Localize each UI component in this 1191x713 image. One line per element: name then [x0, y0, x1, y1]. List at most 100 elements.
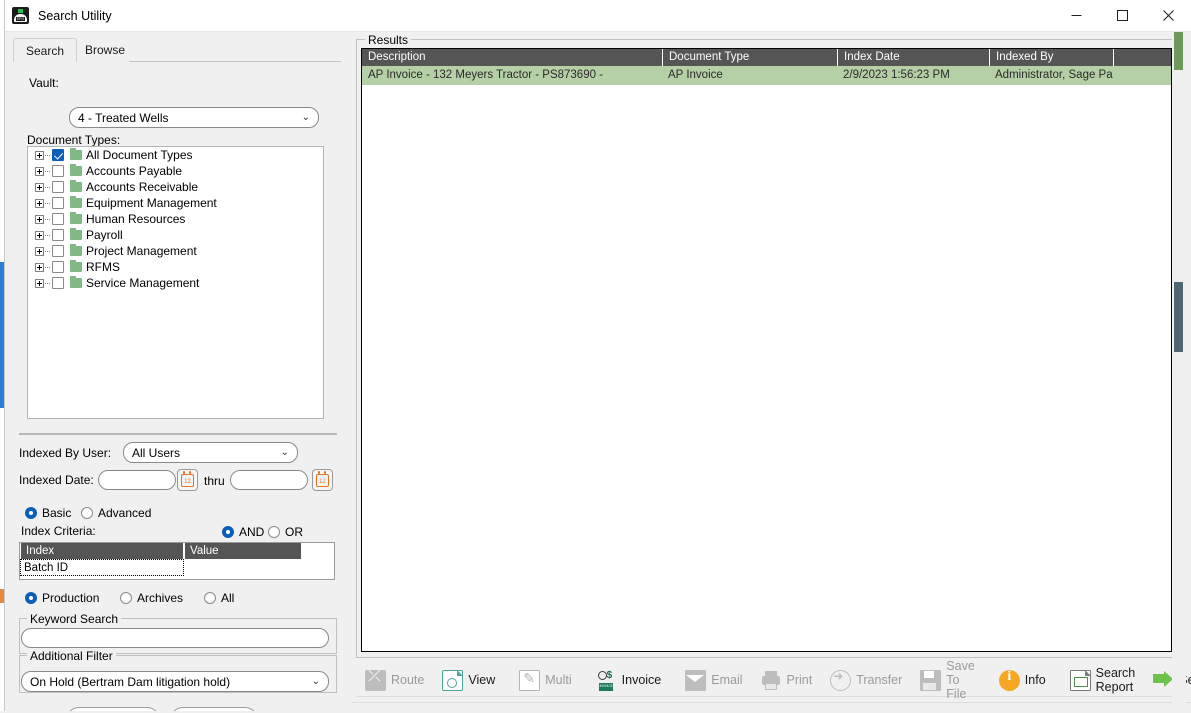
vault-row: Vault:	[29, 76, 66, 90]
save-to-file-button[interactable]: Save To File	[911, 659, 984, 701]
email-button[interactable]: Email	[676, 665, 751, 695]
calendar-icon: 12	[181, 471, 194, 487]
info-button[interactable]: Info	[990, 665, 1055, 695]
vault-select[interactable]: 4 - Treated Wells ⌄	[69, 107, 319, 128]
view-button[interactable]: View	[433, 665, 504, 695]
view-label: View	[468, 673, 496, 687]
invoice-button[interactable]: $ Invoice	[587, 665, 671, 695]
expand-icon[interactable]	[35, 167, 44, 176]
tree-item[interactable]: Equipment Management	[28, 195, 323, 211]
tree-checkbox[interactable]	[52, 261, 64, 273]
maximize-icon[interactable]	[1099, 0, 1145, 32]
tree-item[interactable]: Service Management	[28, 275, 323, 291]
print-icon	[761, 670, 782, 691]
tree-item[interactable]: Project Management	[28, 243, 323, 259]
tree-checkbox[interactable]	[52, 245, 64, 257]
minimize-icon[interactable]	[1053, 0, 1099, 32]
tree-item[interactable]: RFMS	[28, 259, 323, 275]
info-icon	[998, 669, 1020, 691]
search-utility-window: SPO Search Utility Search Browse Vault: …	[0, 0, 1191, 713]
radio-and[interactable]: AND	[222, 525, 264, 539]
index-criteria-row[interactable]: Batch ID	[20, 559, 334, 576]
indexed-by-user-select[interactable]: All Users ⌄	[123, 442, 298, 463]
transfer-button[interactable]: Transfer	[821, 665, 911, 695]
radio-archives[interactable]: Archives	[120, 591, 183, 605]
tab-search[interactable]: Search	[13, 38, 78, 62]
expand-icon[interactable]	[35, 183, 44, 192]
additional-filter-select[interactable]: On Hold (Bertram Dam litigation hold) ⌄	[21, 671, 329, 692]
tree-connector	[45, 267, 51, 268]
radio-basic-label: Basic	[42, 506, 72, 520]
criteria-value-cell[interactable]	[184, 559, 302, 576]
folder-icon	[70, 212, 82, 224]
radio-production[interactable]: Production	[25, 591, 99, 605]
tree-checkbox[interactable]	[52, 197, 64, 209]
column-header-indexed-by[interactable]: Indexed By	[989, 49, 1113, 66]
calendar-to-button[interactable]: 12	[312, 469, 333, 491]
keyword-search-input[interactable]	[21, 628, 329, 648]
index-criteria-grid[interactable]: Index Value Batch ID	[19, 542, 335, 580]
tree-checkbox[interactable]	[52, 213, 64, 225]
expand-icon[interactable]	[35, 247, 44, 256]
cell-document-type: AP Invoice	[668, 69, 723, 81]
expand-icon[interactable]	[35, 263, 44, 272]
tree-checkbox[interactable]	[52, 165, 64, 177]
tree-item[interactable]: All Document Types	[28, 147, 323, 163]
expand-icon[interactable]	[35, 231, 44, 240]
column-header-index-date[interactable]: Index Date	[837, 49, 989, 66]
date-thru-label: thru	[204, 474, 225, 488]
expand-icon[interactable]	[35, 151, 44, 160]
tree-connector	[45, 251, 51, 252]
radio-advanced[interactable]: Advanced	[81, 506, 151, 520]
tree-item[interactable]: Human Resources	[28, 211, 323, 227]
panel-divider	[19, 433, 337, 435]
column-header-filler	[302, 543, 334, 559]
table-row[interactable]: AP Invoice - 132 Meyers Tractor - PS8736…	[362, 66, 1171, 85]
print-button[interactable]: Print	[752, 665, 822, 695]
document-types-tree[interactable]: All Document Types Accounts Payable Acco…	[27, 146, 324, 419]
column-header-index[interactable]: Index	[20, 543, 184, 559]
calendar-from-button[interactable]: 12	[177, 469, 198, 491]
expand-icon[interactable]	[35, 279, 44, 288]
tree-checkbox[interactable]	[52, 181, 64, 193]
criteria-index-cell[interactable]: Batch ID	[20, 559, 184, 576]
tree-item-label: Accounts Payable	[86, 164, 183, 178]
chevron-down-icon: ⌄	[301, 111, 310, 123]
tree-item[interactable]: Accounts Receivable	[28, 179, 323, 195]
radio-or[interactable]: OR	[268, 525, 303, 539]
index-criteria-header: Index Value	[20, 543, 334, 559]
multi-button[interactable]: Multi	[510, 665, 580, 695]
tree-item-label: Accounts Receivable	[86, 180, 199, 194]
results-title: Results	[365, 33, 412, 47]
radio-all[interactable]: All	[204, 591, 234, 605]
scrollbar-track[interactable]	[1174, 32, 1183, 713]
radio-basic[interactable]: Basic	[25, 506, 71, 520]
email-icon	[685, 669, 707, 691]
tree-connector	[45, 235, 51, 236]
tree-item-label: RFMS	[86, 260, 120, 274]
column-header-description[interactable]: Description	[362, 49, 662, 66]
tree-checkbox[interactable]	[52, 229, 64, 241]
search-panel: Search Browse Vault: 4 - Treated Wells ⌄…	[5, 32, 345, 713]
chevron-down-icon: ⌄	[280, 446, 289, 458]
search-report-button[interactable]: Search Report	[1061, 665, 1145, 695]
tree-checkbox[interactable]	[52, 277, 64, 289]
app-icon: SPO	[12, 7, 29, 24]
tree-checkbox[interactable]	[52, 149, 64, 161]
expand-icon[interactable]	[35, 215, 44, 224]
results-grid[interactable]: Description Document Type Index Date Ind…	[361, 48, 1172, 652]
cell-index-date: 2/9/2023 1:56:23 PM	[843, 69, 950, 81]
route-button[interactable]: Route	[356, 665, 433, 695]
tree-item[interactable]: Payroll	[28, 227, 323, 243]
scrollbar-thumb[interactable]	[1174, 282, 1183, 352]
expand-icon[interactable]	[35, 199, 44, 208]
column-header-value[interactable]: Value	[184, 543, 302, 559]
indexed-date-from-input[interactable]	[98, 470, 176, 490]
radio-all-dot	[204, 592, 216, 604]
tab-browse[interactable]: Browse	[73, 38, 137, 62]
indexed-date-to-input[interactable]	[230, 470, 308, 490]
column-header-document-type[interactable]: Document Type	[662, 49, 837, 66]
close-icon[interactable]	[1145, 0, 1191, 32]
tree-item[interactable]: Accounts Payable	[28, 163, 323, 179]
background-scrollbar[interactable]	[1172, 32, 1186, 713]
